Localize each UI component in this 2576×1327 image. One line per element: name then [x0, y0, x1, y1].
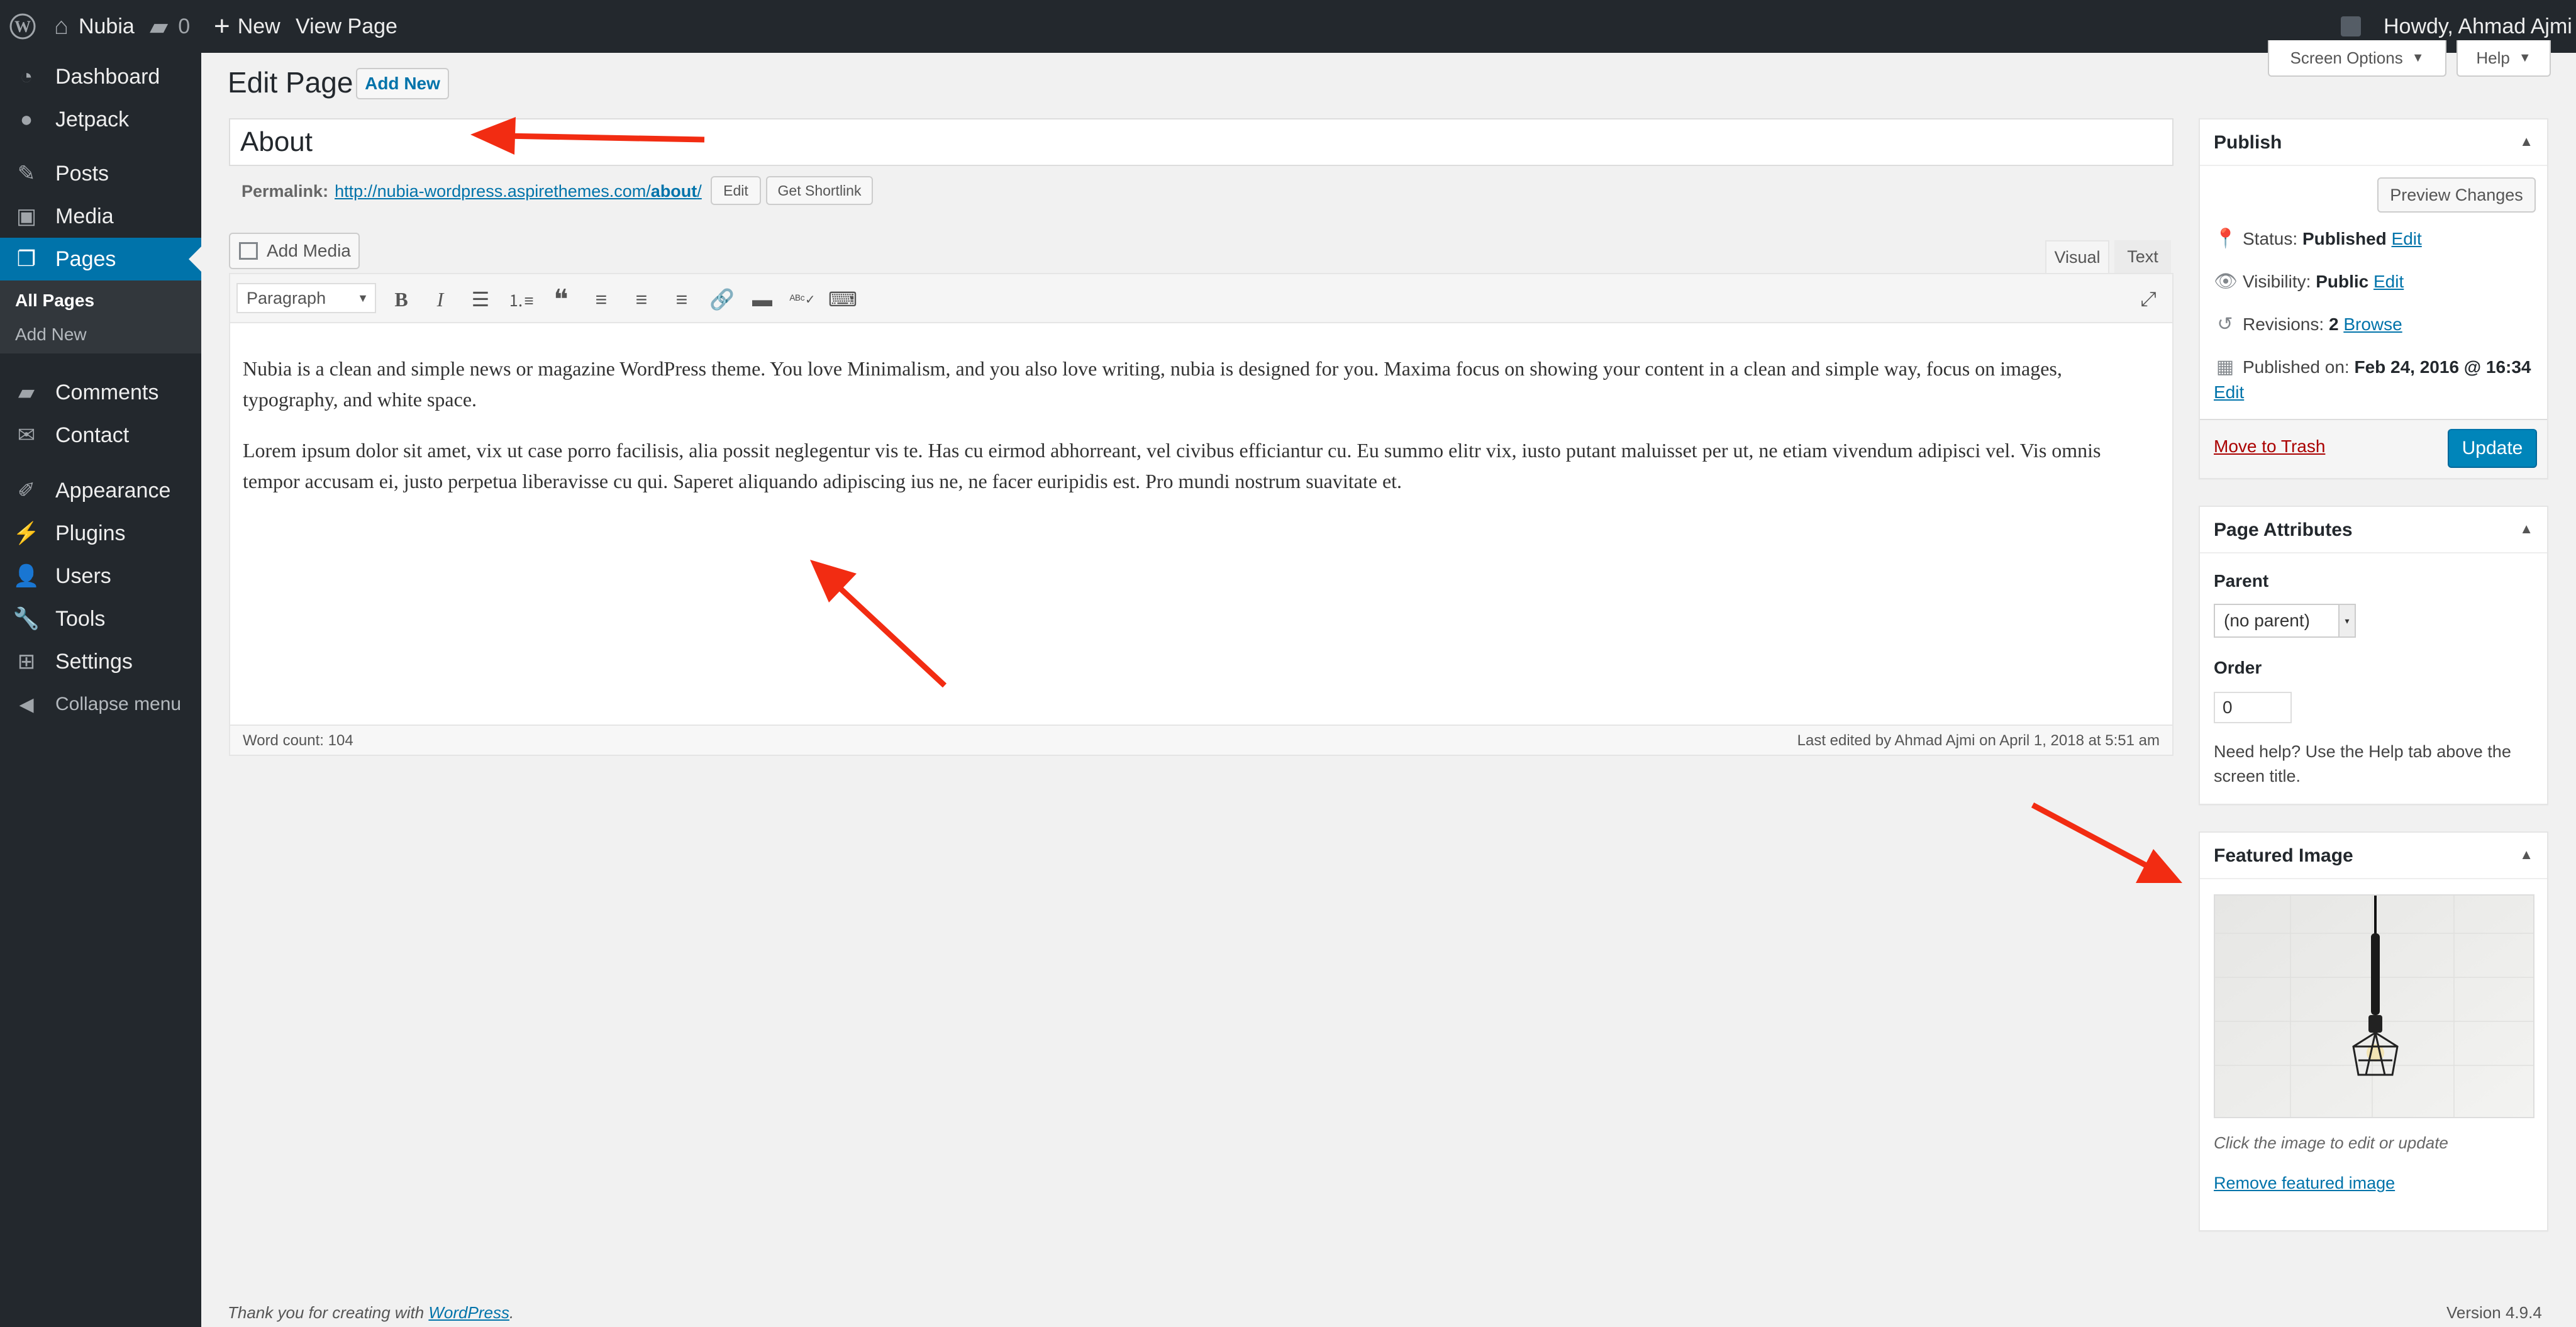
annotation-arrow-featured-image — [2031, 802, 2182, 883]
annotation-arrows — [470, 117, 2182, 883]
annotation-arrow-title — [470, 117, 705, 155]
annotation-arrow-content — [810, 560, 947, 688]
